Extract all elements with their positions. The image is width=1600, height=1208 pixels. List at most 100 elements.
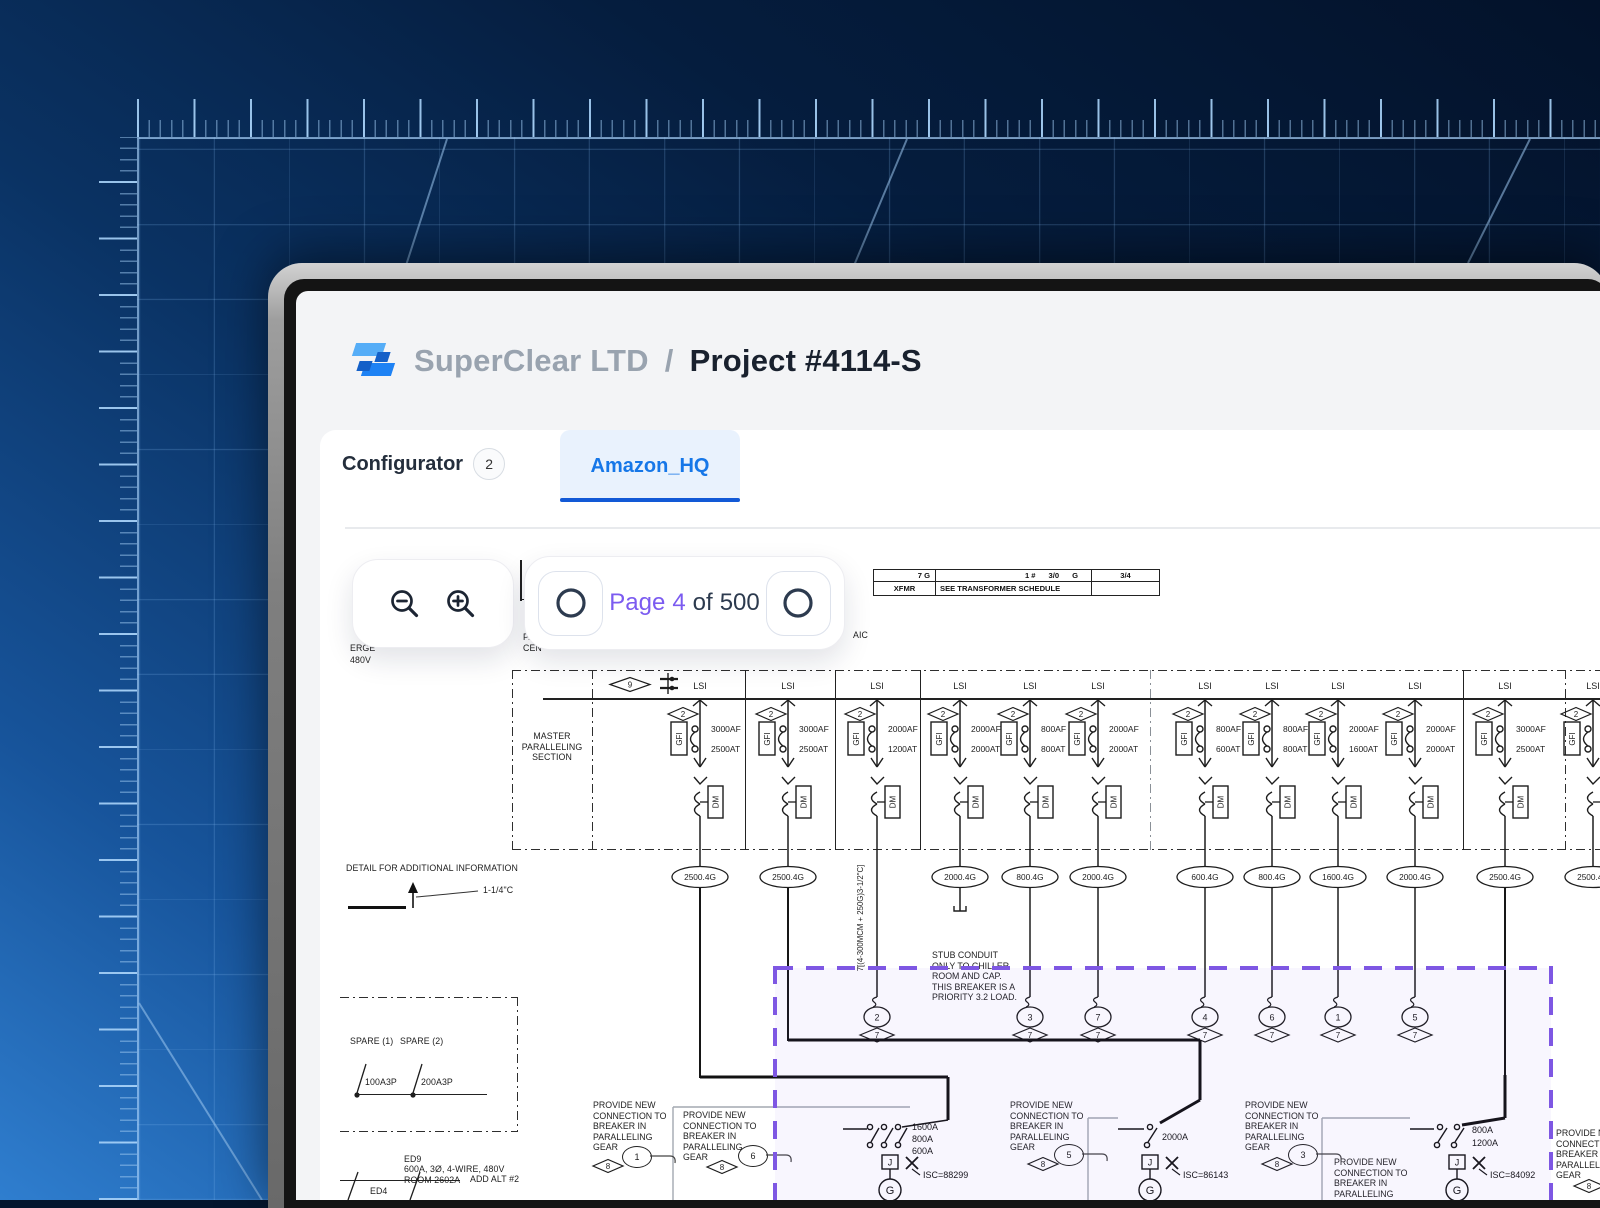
- zoom-in-icon: [444, 587, 478, 621]
- svg-text:3000AF: 3000AF: [711, 724, 741, 734]
- svg-text:DM: DM: [1284, 795, 1293, 808]
- app-screen: 7 G 1 #3/0G 3/4 XFMR SEE TRANSFORMER SCH…: [296, 291, 1600, 1200]
- feeder-breaker-symbol: LSI2GFI2000AF2000ATDM2000.4G77: [1033, 668, 1163, 1046]
- keynote-circle: 1: [622, 1146, 652, 1168]
- svg-text:GFI: GFI: [1480, 732, 1489, 745]
- keynote-circle: 5: [1054, 1144, 1084, 1166]
- svg-text:GFI: GFI: [852, 732, 861, 745]
- schedule-cell: SEE TRANSFORMER SCHEDULE: [936, 582, 1092, 595]
- schedule-cell: 7 G: [874, 570, 936, 582]
- svg-text:2000AF: 2000AF: [1109, 724, 1139, 734]
- svg-text:2000AF: 2000AF: [888, 724, 918, 734]
- spare2-label: SPARE (2): [400, 1036, 443, 1046]
- diagram-line: [1565, 670, 1566, 850]
- detail-note: DETAIL FOR ADDITIONAL INFORMATION: [346, 863, 518, 873]
- schedule-cell: XFMR: [874, 582, 936, 595]
- svg-text:800AT: 800AT: [1041, 744, 1065, 754]
- svg-text:DM: DM: [712, 795, 721, 808]
- svg-text:GFI: GFI: [935, 732, 944, 745]
- svg-text:3: 3: [1027, 1013, 1032, 1023]
- keynote-circle: 3: [1288, 1144, 1318, 1166]
- provide-connection-note: PROVIDE NEWCONNECTION TOBREAKER INPARALL…: [1334, 1157, 1407, 1200]
- svg-text:4: 4: [1202, 1013, 1207, 1023]
- svg-text:2000AT: 2000AT: [1109, 744, 1138, 754]
- svg-text:2500AT: 2500AT: [1516, 744, 1545, 754]
- svg-text:7: 7: [1028, 1031, 1033, 1040]
- svg-text:GFI: GFI: [1005, 732, 1014, 745]
- svg-text:2: 2: [1186, 710, 1191, 719]
- svg-text:2: 2: [1396, 710, 1401, 719]
- previous-page-button[interactable]: [538, 571, 603, 636]
- transformer-schedule-table: 7 G 1 #3/0G 3/4 XFMR SEE TRANSFORMER SCH…: [873, 569, 1160, 596]
- diagram-line: [920, 670, 921, 850]
- page-indicator: Page 4 of 500: [609, 589, 759, 617]
- svg-text:LSI: LSI: [693, 681, 707, 691]
- svg-text:G: G: [886, 1185, 895, 1197]
- diagram-line: [1150, 670, 1151, 850]
- svg-text:2: 2: [941, 710, 946, 719]
- single-line-diagram[interactable]: 7 G 1 #3/0G 3/4 XFMR SEE TRANSFORMER SCH…: [296, 291, 1600, 1200]
- diagram-line: [835, 670, 836, 850]
- svg-text:800.4G: 800.4G: [1258, 872, 1285, 882]
- feeder-breaker-symbol: LSI2GFI800AF600ATDM600.4G47: [1140, 668, 1270, 1046]
- diagram-line: [787, 888, 789, 1041]
- svg-text:800AF: 800AF: [1216, 724, 1241, 734]
- ed4-label: ED4: [370, 1186, 387, 1196]
- zoom-in-button[interactable]: [444, 587, 478, 621]
- svg-text:2000.4G: 2000.4G: [1082, 872, 1114, 882]
- svg-text:J: J: [888, 1158, 893, 1168]
- feeder-breaker-symbol: LSI2GFI2000AF2000ATDM2000.4G57: [1350, 668, 1480, 1046]
- of-word: of: [693, 589, 713, 617]
- svg-text:GFI: GFI: [1247, 732, 1256, 745]
- detail-arrow: [398, 880, 488, 912]
- previous-page-icon: [554, 586, 588, 620]
- svg-text:2500.4G: 2500.4G: [1577, 872, 1600, 882]
- svg-text:600A: 600A: [912, 1146, 933, 1156]
- next-page-button[interactable]: [766, 571, 831, 636]
- svg-text:1200AT: 1200AT: [888, 744, 917, 754]
- diagram-line: [512, 849, 1600, 850]
- diagram-line: [592, 670, 593, 850]
- svg-text:2500AT: 2500AT: [711, 744, 740, 754]
- spare1-rating: 100A3P: [365, 1077, 397, 1087]
- svg-text:6: 6: [1269, 1013, 1274, 1023]
- text-fragment: 480V: [350, 655, 371, 665]
- conduit-line: [348, 906, 406, 909]
- svg-text:7: 7: [1203, 1031, 1208, 1040]
- zoom-out-icon: [388, 587, 422, 621]
- provide-connection-note: PROVIDE NEWCONNECTION TOBREAKER INPARALL…: [1556, 1128, 1600, 1181]
- diagram-line: [745, 670, 746, 850]
- svg-text:GFI: GFI: [1073, 732, 1082, 745]
- svg-text:1200A: 1200A: [1472, 1138, 1498, 1148]
- svg-text:LSI: LSI: [1586, 681, 1600, 691]
- svg-text:600AT: 600AT: [1216, 744, 1240, 754]
- svg-text:GFI: GFI: [1568, 732, 1577, 745]
- feeder-breaker-symbol: LSI2GFI2000AF1200ATDM7[(4-300MCM + 250G)…: [812, 668, 942, 1046]
- svg-text:800AT: 800AT: [1283, 744, 1307, 754]
- svg-text:8: 8: [606, 1162, 611, 1171]
- svg-text:LSI: LSI: [1265, 681, 1279, 691]
- svg-text:LSI: LSI: [1198, 681, 1212, 691]
- svg-text:2: 2: [1574, 710, 1579, 719]
- svg-text:DM: DM: [1350, 795, 1359, 808]
- svg-text:7: 7: [1096, 1031, 1101, 1040]
- svg-text:GFI: GFI: [763, 732, 772, 745]
- svg-text:2000AT: 2000AT: [1426, 744, 1455, 754]
- svg-text:DM: DM: [1217, 795, 1226, 808]
- schedule-cell: [1092, 582, 1159, 595]
- provide-connection-note: PROVIDE NEWCONNECTION TOBREAKER INPARALL…: [593, 1100, 666, 1153]
- svg-text:1600AT: 1600AT: [1349, 744, 1378, 754]
- svg-text:G: G: [1146, 1185, 1155, 1197]
- page-total: 500: [720, 589, 760, 617]
- schedule-cell: 3/4: [1092, 570, 1159, 582]
- svg-text:GFI: GFI: [675, 732, 684, 745]
- svg-text:2: 2: [1319, 710, 1324, 719]
- svg-text:LSI: LSI: [953, 681, 967, 691]
- svg-text:2000.4G: 2000.4G: [944, 872, 976, 882]
- svg-text:DM: DM: [972, 795, 981, 808]
- svg-text:1600.4G: 1600.4G: [1322, 872, 1354, 882]
- svg-text:2000AF: 2000AF: [971, 724, 1001, 734]
- zoom-out-button[interactable]: [388, 587, 422, 621]
- svg-text:5: 5: [1412, 1013, 1417, 1023]
- svg-text:2500.4G: 2500.4G: [684, 872, 716, 882]
